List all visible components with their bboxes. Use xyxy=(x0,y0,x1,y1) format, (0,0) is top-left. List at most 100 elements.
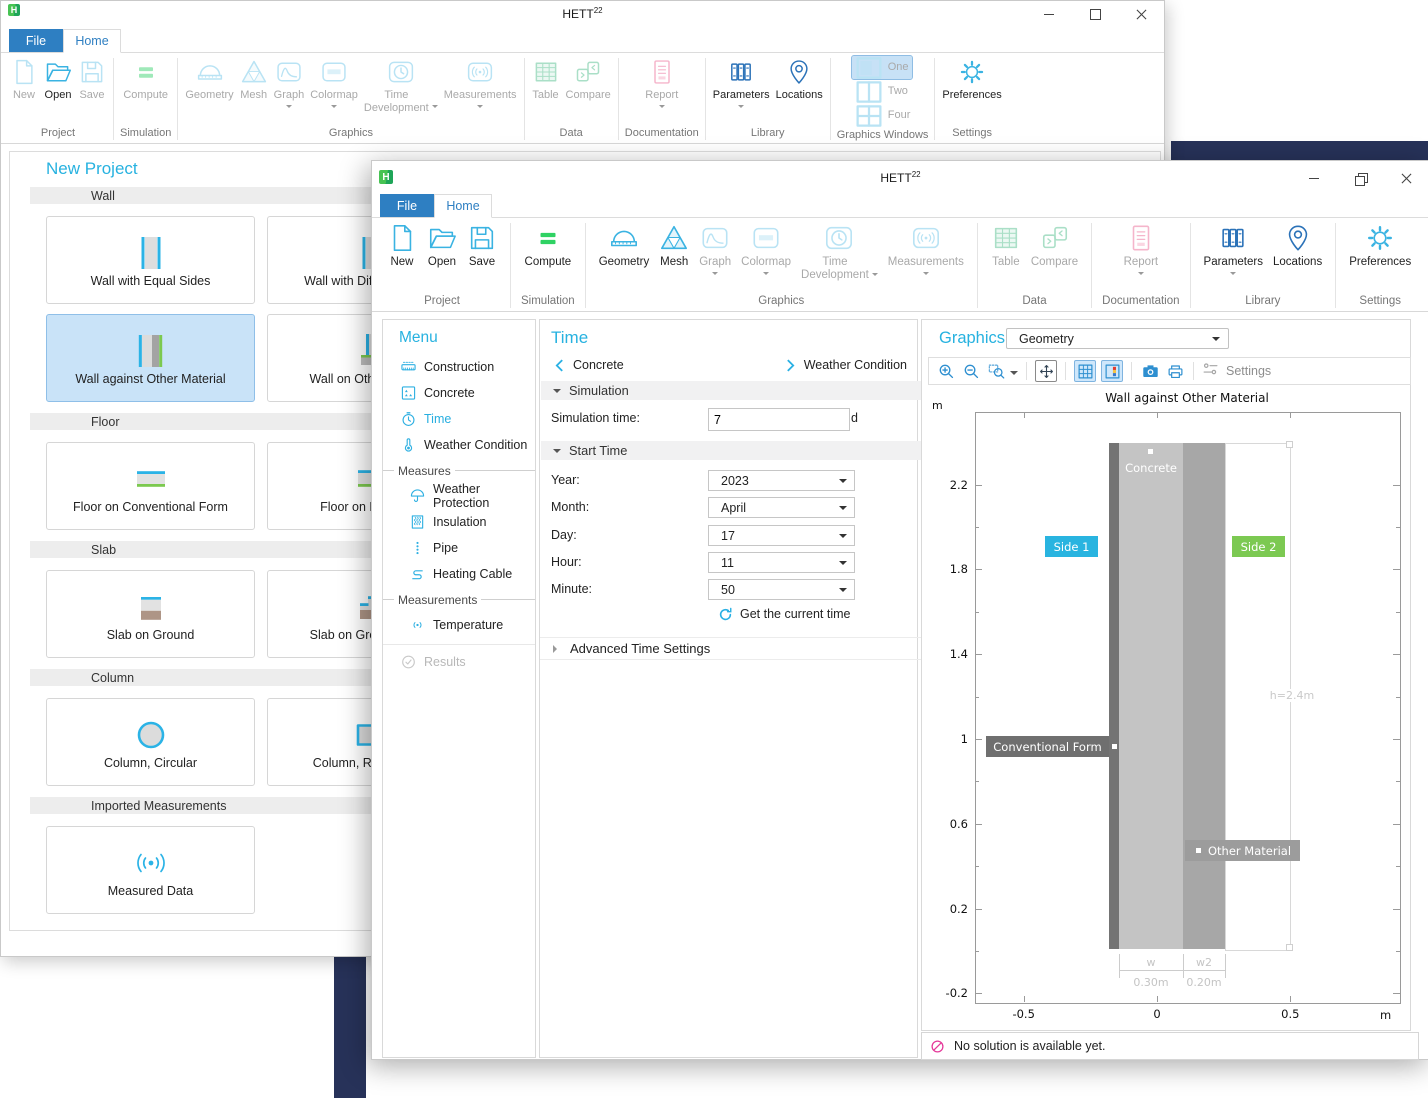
zoom-extents-button[interactable] xyxy=(1035,360,1057,382)
compare-icon xyxy=(1040,223,1070,253)
menu-item-weather-condition[interactable]: Weather Condition xyxy=(383,432,535,458)
ribbon-button-geometry[interactable]: Geometry xyxy=(594,221,655,271)
hour-dropdown[interactable]: 11 xyxy=(708,552,855,573)
print-button[interactable] xyxy=(1165,361,1185,381)
month-dropdown[interactable]: April xyxy=(708,497,855,518)
ribbon-button-label: Colormap xyxy=(741,256,791,269)
menu-item-concrete[interactable]: Concrete xyxy=(383,380,535,406)
chevron-down-icon xyxy=(1138,272,1144,278)
minimize-button[interactable] xyxy=(1026,1,1072,27)
menu-item-construction[interactable]: Construction xyxy=(383,354,535,380)
ribbon-button-parameters[interactable]: Parameters xyxy=(710,56,773,113)
ribbon-button-new[interactable]: New xyxy=(382,221,422,271)
graphics-view-value: Geometry xyxy=(1019,332,1074,346)
x-tick-label: -0.5 xyxy=(1002,1007,1046,1021)
card-label: Wall against Other Material xyxy=(75,372,225,386)
section-simulation[interactable]: Simulation xyxy=(541,381,926,400)
y-tick-mark xyxy=(1393,569,1400,570)
template-card-floor-on-conventional-form[interactable]: Floor on Conventional Form xyxy=(46,442,255,530)
section-advanced-time-settings[interactable]: Advanced Time Settings xyxy=(540,637,930,660)
ribbon-button-locations[interactable]: Locations xyxy=(1268,221,1327,271)
zoom-region-button[interactable] xyxy=(986,361,1006,381)
ribbon-button-locations[interactable]: Locations xyxy=(773,56,826,104)
ribbon-button-open[interactable]: Open xyxy=(41,56,75,104)
time-development-icon xyxy=(387,58,415,86)
preferences-icon xyxy=(958,58,986,86)
front-window: H HETT22 File Home NewOpenSaveProjectCom… xyxy=(371,160,1428,1060)
nav-next-label: Weather Condition xyxy=(804,358,907,372)
w2-value-label: 0.20m xyxy=(1176,976,1232,989)
menu-item-insulation[interactable]: Insulation xyxy=(383,509,535,535)
menu-item-weather-protection[interactable]: Weather Protection xyxy=(383,483,535,509)
save-icon xyxy=(467,223,497,253)
grid-toggle-button[interactable] xyxy=(1074,360,1096,382)
ribbon-button-compute[interactable]: Compute xyxy=(520,221,577,271)
ribbon-button-mesh: Mesh xyxy=(237,56,271,104)
template-card-slab-on-ground[interactable]: Slab on Ground xyxy=(46,570,255,658)
plot-settings-button[interactable]: Settings xyxy=(1202,361,1271,381)
graphics-title: Graphics xyxy=(939,329,1005,348)
menu-item-temperature[interactable]: Temperature xyxy=(383,612,535,638)
y-minor-tick-mark xyxy=(1396,951,1400,952)
day-dropdown[interactable]: 17 xyxy=(708,525,855,546)
close-button[interactable] xyxy=(1118,1,1164,27)
close-icon xyxy=(1136,9,1147,20)
template-card-column-circular[interactable]: Column, Circular xyxy=(46,698,255,786)
plot-settings-label: Settings xyxy=(1226,364,1271,378)
menu-item-label: Weather Protection xyxy=(433,482,535,510)
ribbon-group-label: Simulation xyxy=(118,125,173,142)
graphics-view-selector[interactable]: Geometry xyxy=(1006,328,1229,349)
menu-item-heating-cable[interactable]: Heating Cable xyxy=(383,561,535,587)
ribbon-button-save[interactable]: Save xyxy=(462,221,502,271)
zoom-out-button[interactable] xyxy=(961,361,981,381)
ribbon-button-preferences[interactable]: Preferences xyxy=(1344,221,1416,271)
time-icon xyxy=(401,411,416,427)
year-dropdown[interactable]: 2023 xyxy=(708,470,855,491)
tab-file[interactable]: File xyxy=(9,29,63,52)
ribbon-button-label: Parameters xyxy=(1204,256,1263,269)
menu-item-pipe[interactable]: Pipe xyxy=(383,535,535,561)
template-card-wall-with-equal-sides[interactable]: Wall with Equal Sides xyxy=(46,216,255,304)
ribbon-button-one: One xyxy=(852,56,912,79)
menu-item-time[interactable]: Time xyxy=(383,406,535,432)
nav-next-weather-condition[interactable]: Weather Condition xyxy=(786,358,907,372)
wall-other-material-region xyxy=(1183,443,1225,949)
template-card-wall-against-other-material[interactable]: Wall against Other Material xyxy=(46,314,255,402)
template-card-measured-data[interactable]: Measured Data xyxy=(46,826,255,914)
ribbon-group-documentation: ReportDocumentation xyxy=(1092,218,1189,311)
y-tick-mark xyxy=(1393,909,1400,910)
table-icon xyxy=(532,58,560,86)
get-current-time-button[interactable]: Get the current time xyxy=(740,607,850,621)
color-legend-toggle-button[interactable] xyxy=(1101,360,1123,382)
time-development-icon xyxy=(824,223,854,253)
ribbon-button-measurements: Measurements xyxy=(441,56,520,113)
measurements-icon xyxy=(466,58,494,86)
tab-home[interactable]: Home xyxy=(63,29,121,53)
menu-item-label: Heating Cable xyxy=(433,567,512,581)
selection-handle[interactable] xyxy=(1286,944,1293,951)
restore-button[interactable] xyxy=(1337,165,1383,191)
ribbon-button-open[interactable]: Open xyxy=(422,221,462,271)
tab-home[interactable]: Home xyxy=(434,194,492,218)
advanced-time-settings-label: Advanced Time Settings xyxy=(570,641,710,656)
snapshot-camera-button[interactable] xyxy=(1140,361,1160,381)
tab-file[interactable]: File xyxy=(380,194,434,217)
minute-dropdown[interactable]: 50 xyxy=(708,579,855,600)
zoom-in-button[interactable] xyxy=(936,361,956,381)
ribbon-button-preferences[interactable]: Preferences xyxy=(939,56,1004,104)
chevron-down-icon xyxy=(432,105,438,111)
maximize-button[interactable] xyxy=(1072,1,1118,27)
selection-handle[interactable] xyxy=(1286,441,1293,448)
minimize-button[interactable] xyxy=(1291,165,1337,191)
y-tick-mark xyxy=(975,739,982,740)
nav-previous-concrete[interactable]: Concrete xyxy=(555,358,624,372)
measurements-icon xyxy=(911,223,941,253)
chevron-down-icon[interactable] xyxy=(1010,371,1018,379)
ribbon-button-parameters[interactable]: Parameters xyxy=(1199,221,1268,280)
section-start-time[interactable]: Start Time xyxy=(541,441,926,460)
close-button[interactable] xyxy=(1383,165,1428,191)
ribbon-group-data: TableCompareData xyxy=(978,218,1091,311)
ribbon-button-mesh[interactable]: Mesh xyxy=(654,221,694,271)
collapse-icon xyxy=(553,389,561,397)
simulation-time-input[interactable] xyxy=(708,408,850,431)
